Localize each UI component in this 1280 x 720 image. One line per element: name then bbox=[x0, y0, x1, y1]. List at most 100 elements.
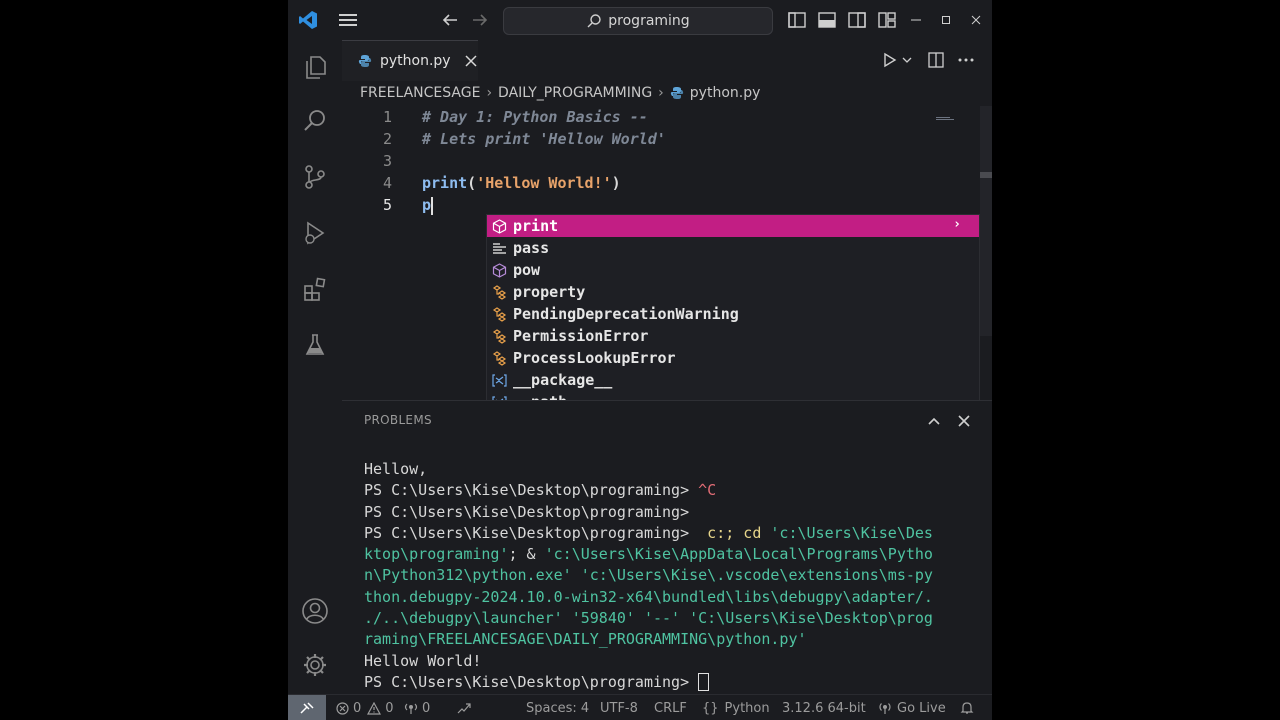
python-file-icon bbox=[670, 86, 684, 100]
explorer-icon[interactable] bbox=[300, 52, 330, 82]
toggle-panel-icon[interactable] bbox=[815, 8, 839, 32]
suggestion-label: PermissionError bbox=[513, 327, 649, 345]
chevron-right-icon: › bbox=[486, 85, 493, 101]
terminal-prompt: PS C:\Users\Kise\Desktop\programing> bbox=[364, 523, 699, 542]
language-label: Python bbox=[724, 700, 770, 716]
split-editor-icon[interactable] bbox=[926, 50, 946, 70]
breadcrumb-item-subfolder[interactable]: DAILY_PROGRAMMING bbox=[498, 85, 652, 101]
breadcrumb-item-folder[interactable]: FREELANCESAGE bbox=[360, 85, 480, 101]
comment-text: # Lets print 'Hellow World' bbox=[422, 130, 666, 148]
account-icon[interactable] bbox=[300, 596, 330, 626]
eol-status[interactable]: CRLF bbox=[654, 695, 687, 720]
error-icon bbox=[336, 701, 349, 715]
encoding-status[interactable]: UTF-8 bbox=[600, 695, 638, 720]
class-icon bbox=[491, 284, 507, 300]
line-number: 4 bbox=[382, 174, 392, 192]
code-editor[interactable]: 1 # Day 1: Python Basics -- 2 # Lets pri… bbox=[342, 106, 992, 480]
method-cube-icon bbox=[491, 262, 507, 278]
code-line: 4 print('Hellow World!') bbox=[342, 172, 902, 194]
suggestion-label: property bbox=[513, 283, 586, 301]
go-live-status[interactable]: Go Live bbox=[878, 695, 946, 720]
chevron-right-icon[interactable]: › bbox=[953, 217, 961, 232]
ports-count: 0 bbox=[422, 700, 431, 716]
remote-indicator[interactable] bbox=[288, 695, 326, 720]
suggestion-label: print bbox=[513, 217, 559, 235]
suggestion-item[interactable]: ProcessLookupError bbox=[487, 347, 979, 369]
maximize-panel-chevron-up-icon[interactable] bbox=[924, 411, 944, 431]
language-status[interactable]: {} Python bbox=[702, 695, 770, 720]
extensions-icon[interactable] bbox=[300, 274, 330, 304]
warning-icon bbox=[367, 701, 382, 715]
line-number: 5 bbox=[382, 196, 392, 214]
command-center-search[interactable]: programing bbox=[503, 7, 773, 35]
variable-icon bbox=[491, 372, 507, 388]
breadcrumb: FREELANCESAGE › DAILY_PROGRAMMING › pyth… bbox=[342, 80, 992, 106]
breadcrumb-item-file[interactable]: python.py bbox=[690, 85, 761, 101]
problems-status[interactable]: 0 0 bbox=[336, 695, 394, 720]
maximize-icon[interactable] bbox=[936, 8, 956, 32]
source-control-icon[interactable] bbox=[300, 162, 330, 192]
interpreter-status[interactable]: 3.12.6 64-bit bbox=[782, 695, 866, 720]
terminal-line: Hellow World! bbox=[364, 651, 482, 670]
minimap[interactable] bbox=[936, 106, 956, 120]
broadcast-icon bbox=[404, 703, 418, 714]
run-python-file-icon[interactable] bbox=[880, 50, 900, 70]
suggestion-item[interactable]: pass bbox=[487, 237, 979, 259]
tab-problems[interactable]: PROBLEMS bbox=[364, 413, 432, 427]
suggestion-item[interactable]: PermissionError bbox=[487, 325, 979, 347]
terminal-ctrl-c: ^C bbox=[698, 481, 717, 500]
suggestion-item[interactable]: PendingDeprecationWarning bbox=[487, 303, 979, 325]
open-paren: ( bbox=[467, 174, 477, 192]
minimize-icon[interactable] bbox=[906, 8, 926, 32]
terminal-output[interactable]: Hellow, PS C:\Users\Kise\Desktop\program… bbox=[364, 459, 964, 693]
suggestion-item[interactable]: print › bbox=[487, 215, 979, 237]
title-bar: programing bbox=[288, 0, 992, 40]
terminal-line: PS C:\Users\Kise\Desktop\programing> c:;… bbox=[364, 523, 964, 544]
code-line-current: 5 p bbox=[342, 194, 902, 216]
customize-layout-icon[interactable] bbox=[875, 8, 899, 32]
terminal-line: Hellow, bbox=[364, 460, 428, 478]
ports-status[interactable]: 0 bbox=[404, 695, 430, 720]
terminal-string: 'c:\Users\Kise\AppData\Local\Programs\Py… bbox=[544, 545, 933, 564]
terminal-line: n\Python312\python.exe' 'c:\Users\Kise\.… bbox=[364, 566, 933, 585]
chevron-right-icon: › bbox=[658, 85, 664, 101]
toggle-secondary-sidebar-icon[interactable] bbox=[845, 8, 869, 32]
menu-icon[interactable] bbox=[336, 8, 360, 32]
indentation-status[interactable]: Spaces: 4 bbox=[526, 695, 589, 720]
vscode-window: programing python.py FREELANCESAGE › DAI… bbox=[288, 0, 992, 720]
terminal-cursor bbox=[698, 673, 710, 692]
terminal-prompt: PS C:\Users\Kise\Desktop\programing> bbox=[364, 672, 699, 691]
terminal-operator: ; & bbox=[508, 545, 545, 564]
suggestion-item[interactable]: property bbox=[487, 281, 979, 303]
run-debug-icon[interactable] bbox=[300, 218, 330, 248]
close-panel-icon[interactable] bbox=[954, 411, 974, 431]
terminal-line: ktop\programing'; & 'c:\Users\Kise\AppDa… bbox=[364, 544, 964, 565]
search-view-icon[interactable] bbox=[300, 106, 330, 136]
forward-arrow-icon[interactable] bbox=[468, 8, 492, 32]
run-dropdown-chevron-icon[interactable] bbox=[900, 50, 914, 70]
editor-scrollbar[interactable] bbox=[980, 106, 992, 336]
suggestion-item[interactable]: __package__ bbox=[487, 369, 979, 391]
code-line: 3 bbox=[342, 150, 902, 172]
toggle-sidebar-icon[interactable] bbox=[785, 8, 809, 32]
code-line: 1 # Day 1: Python Basics -- bbox=[342, 106, 902, 128]
testing-flask-icon[interactable] bbox=[300, 330, 330, 360]
back-arrow-icon[interactable] bbox=[438, 8, 462, 32]
vscode-logo-icon[interactable] bbox=[296, 8, 320, 32]
close-window-icon[interactable] bbox=[966, 8, 986, 32]
debug-launch-icon[interactable] bbox=[456, 695, 472, 720]
tab-python-py[interactable]: python.py bbox=[342, 40, 478, 81]
notifications-bell-icon[interactable] bbox=[960, 695, 974, 720]
scrollbar-thumb[interactable] bbox=[980, 172, 992, 178]
class-icon bbox=[491, 306, 507, 322]
settings-gear-icon[interactable] bbox=[300, 650, 330, 680]
terminal-line: thon.debugpy-2024.10.0-win32-x64\bundled… bbox=[364, 587, 933, 606]
suggestion-item[interactable]: pow bbox=[487, 259, 979, 281]
terminal-line: ./..\debugpy\launcher' '59840' '--' 'C:\… bbox=[364, 609, 933, 628]
braces-icon: {} bbox=[702, 700, 719, 716]
more-actions-icon[interactable] bbox=[956, 50, 976, 70]
python-file-icon bbox=[358, 54, 372, 68]
tab-close-icon[interactable] bbox=[465, 55, 477, 67]
line-number: 1 bbox=[382, 108, 392, 126]
tab-label: python.py bbox=[380, 53, 451, 69]
